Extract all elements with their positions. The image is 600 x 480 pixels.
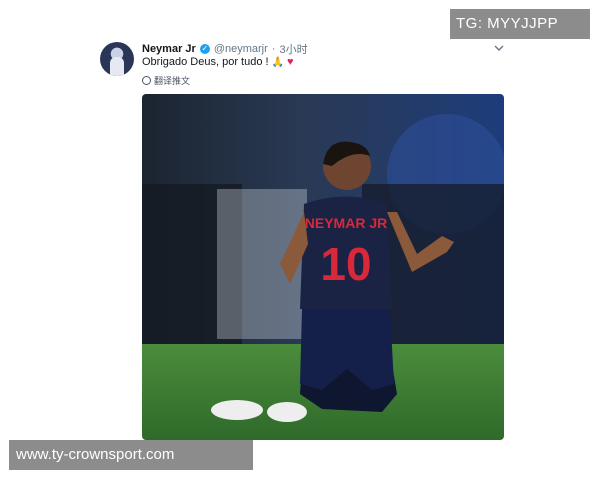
tweet-card: Neymar Jr ✓ @neymarjr · 3小时 Obrigado Deu… [0, 0, 600, 480]
tweet-text: Obrigado Deus, por tudo ! 🙏 ♥ [142, 56, 294, 68]
tweet-photo[interactable]: NEYMAR JR 10 [142, 94, 504, 440]
tweet-header: Neymar Jr ✓ @neymarjr · 3小时 [142, 41, 308, 57]
globe-icon [142, 76, 151, 85]
jersey-number: 10 [320, 238, 371, 290]
tweet-body: Obrigado Deus, por tudo ! [142, 56, 269, 68]
left-boot [211, 400, 263, 420]
verified-badge-icon: ✓ [199, 44, 210, 54]
translate-tweet-link[interactable]: 翻译推文 [142, 74, 190, 87]
avatar[interactable] [100, 42, 134, 76]
photo-scene: NEYMAR JR 10 [142, 94, 504, 440]
heart-emoji: ♥ [287, 56, 294, 68]
pray-emoji: 🙏 [271, 56, 285, 68]
tweet-time[interactable]: 3小时 [279, 41, 307, 57]
translate-label: 翻译推文 [154, 76, 191, 86]
bottom-watermark: www.ty-crownsport.com [9, 440, 253, 470]
author-handle[interactable]: @neymarjr [214, 43, 268, 55]
header-separator: · [271, 43, 276, 55]
right-boot [267, 402, 307, 422]
author-name[interactable]: Neymar Jr [142, 43, 196, 55]
chevron-down-icon[interactable] [492, 41, 506, 55]
top-tag-overlay: TG: MYYJJPP [450, 9, 590, 39]
jersey-name: NEYMAR JR [305, 215, 387, 231]
avatar-figure [110, 57, 124, 76]
